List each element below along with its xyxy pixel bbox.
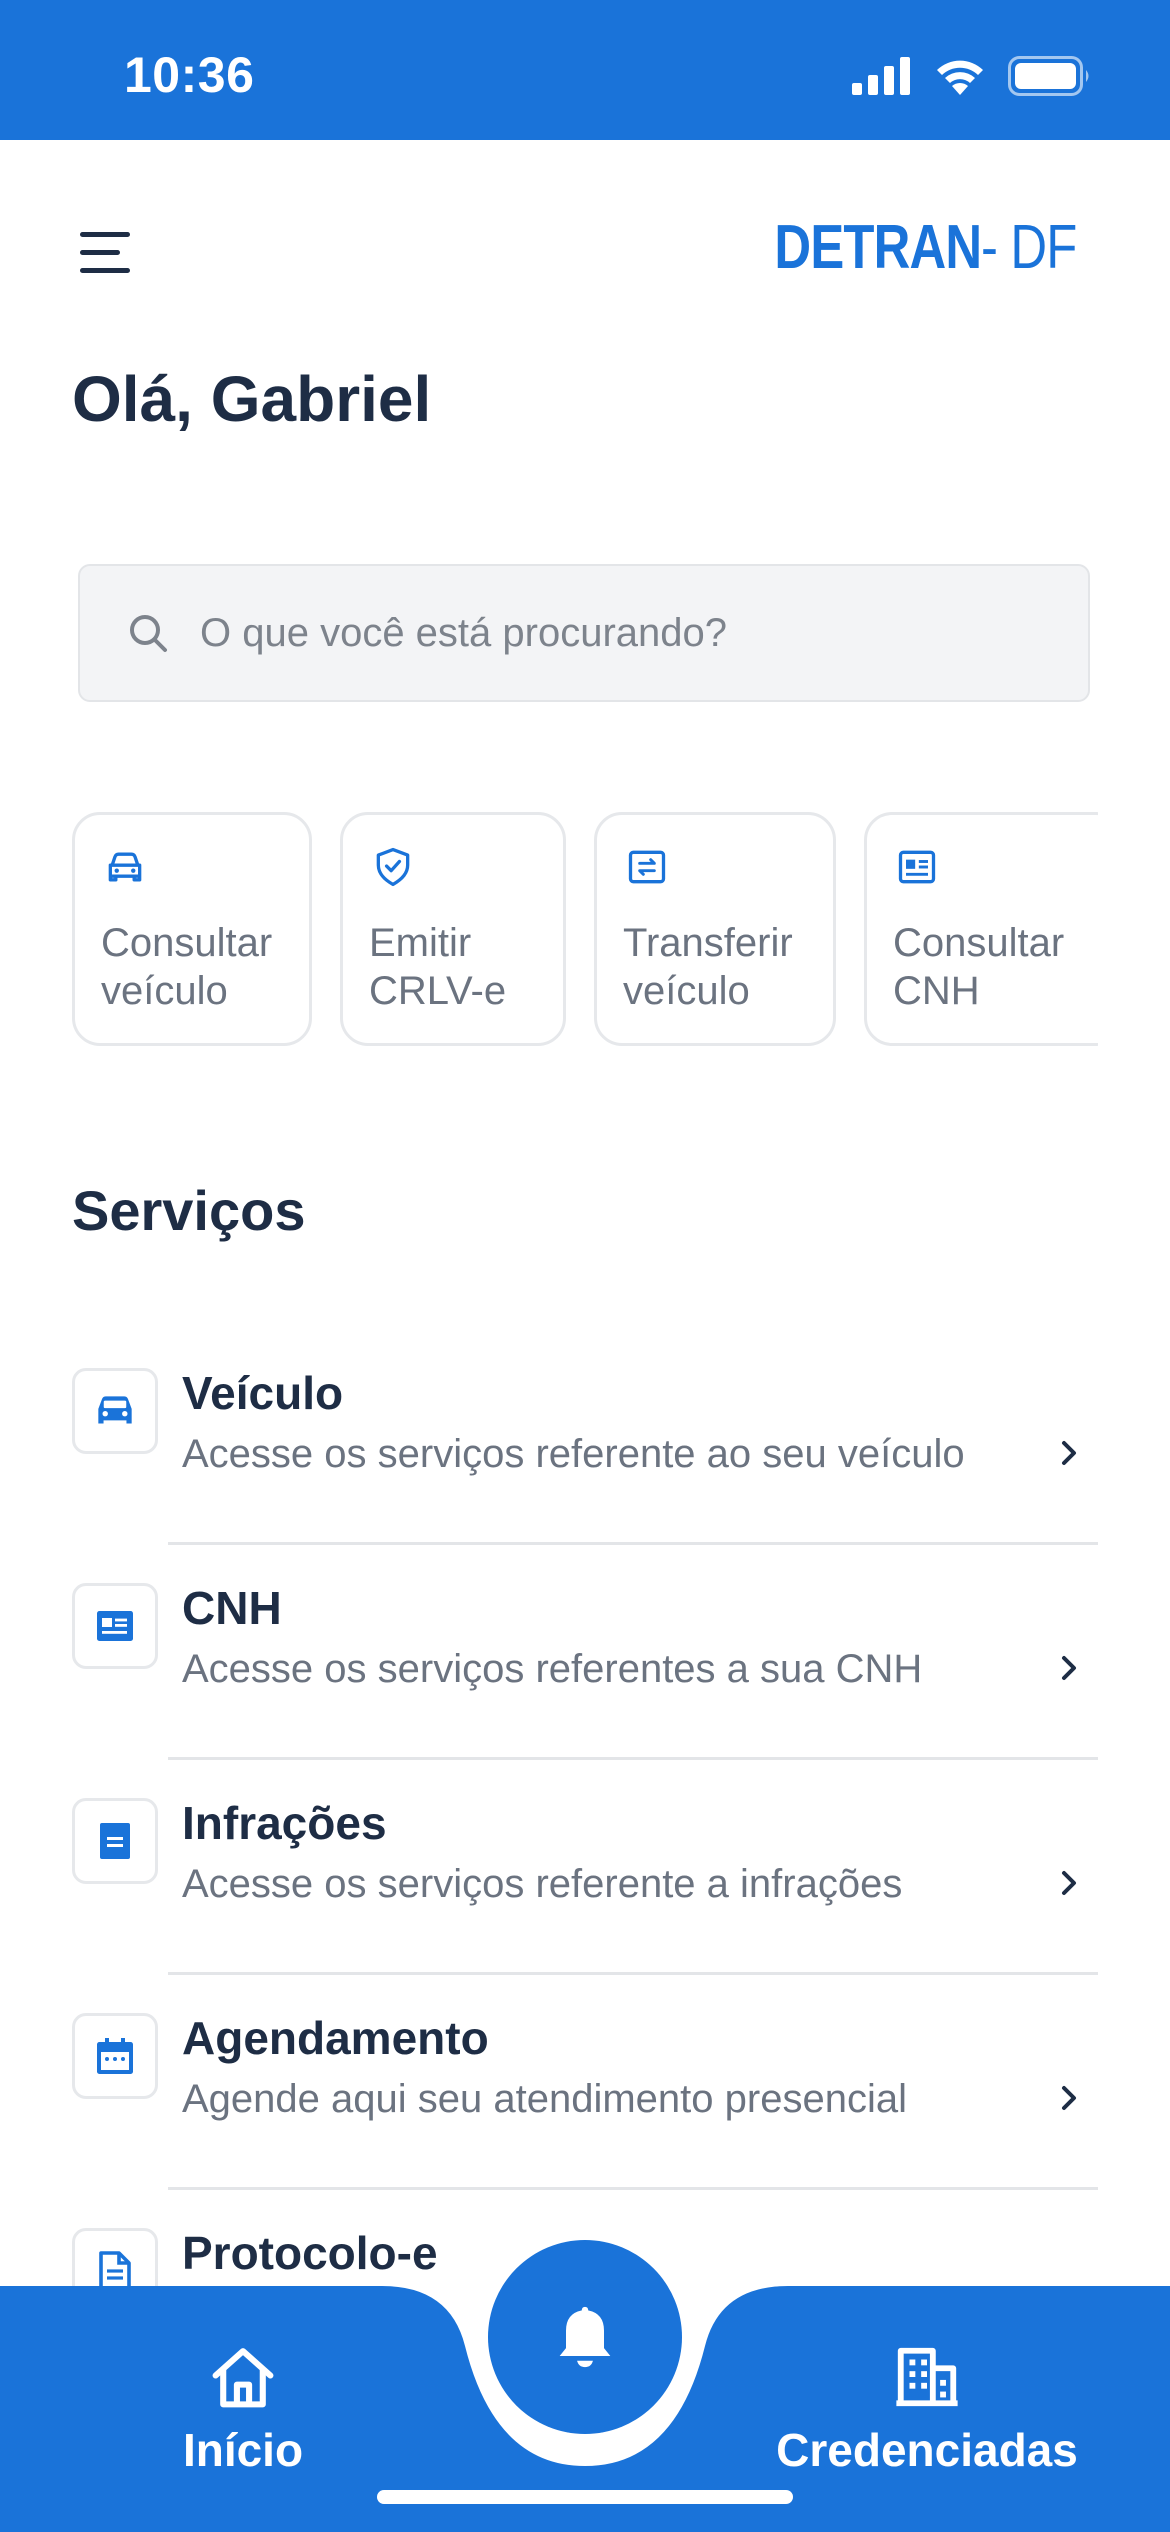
quick-action-emitir-crlv[interactable]: Emitir CRLV-e — [340, 812, 566, 1046]
home-indicator — [377, 2490, 793, 2504]
wifi-icon — [937, 60, 983, 95]
menu-line — [80, 250, 120, 255]
brand-main: DETRAN — [774, 213, 983, 282]
quick-action-label: Emitir CRLV-e — [369, 921, 507, 1013]
search-bar[interactable] — [78, 564, 1090, 702]
menu-line — [80, 268, 130, 273]
service-title: CNH — [182, 1582, 282, 1634]
shield-check-icon — [376, 847, 410, 887]
quick-action-consultar-cnh[interactable]: Consultar CNH — [864, 812, 1098, 1046]
service-icon-box — [72, 1368, 158, 1454]
quick-action-consultar-veiculo[interactable]: Consultar veículo — [72, 812, 312, 1046]
services-title: Serviços — [72, 1179, 306, 1242]
notifications-button[interactable] — [488, 2240, 682, 2434]
document-icon — [100, 1823, 130, 1859]
service-description: Acesse os serviços referente a infrações — [182, 1862, 903, 1906]
home-icon — [212, 2348, 274, 2408]
service-title: Infrações — [182, 1797, 387, 1849]
status-bar: 10:36 — [0, 0, 1170, 140]
divider — [168, 1972, 1098, 1975]
quick-action-label: Consultar CNH — [893, 921, 1065, 1013]
quick-action-transferir-veiculo[interactable]: Transferir veículo — [594, 812, 836, 1046]
divider — [168, 1542, 1098, 1545]
calendar-icon — [97, 2038, 133, 2074]
divider — [168, 1757, 1098, 1760]
nav-credenciadas[interactable]: Credenciadas — [770, 2342, 1084, 2477]
service-item-veiculo[interactable]: Veículo Acesse os serviços referente ao … — [0, 1352, 1170, 1567]
status-time: 10:36 — [124, 47, 255, 103]
brand-logo: DETRAN - DF — [729, 212, 1098, 292]
bell-icon — [559, 2306, 611, 2368]
greeting: Olá, Gabriel — [72, 363, 432, 435]
service-description: Agende aqui seu atendimento presencial — [182, 2077, 907, 2121]
quick-action-label: Transferir veículo — [623, 921, 793, 1013]
service-description: Acesse os serviços referentes a sua CNH — [182, 1647, 923, 1691]
search-input[interactable] — [200, 610, 1020, 656]
id-card-icon — [97, 1611, 133, 1641]
service-title: Agendamento — [182, 2012, 489, 2064]
service-icon-box — [72, 2013, 158, 2099]
service-title: Veículo — [182, 1367, 344, 1419]
building-icon — [896, 2347, 958, 2407]
nav-home[interactable]: Início — [170, 2342, 316, 2477]
menu-button[interactable] — [70, 222, 138, 284]
service-description: Acesse os serviços referente ao seu veíc… — [182, 1432, 965, 1476]
signal-icon — [852, 57, 910, 95]
quick-action-label: Consultar veículo — [101, 921, 273, 1013]
service-item-infracoes[interactable]: Infrações Acesse os serviços referente a… — [0, 1782, 1170, 1997]
car-icon — [108, 852, 142, 882]
service-item-cnh[interactable]: CNH Acesse os serviços referentes a sua … — [0, 1567, 1170, 1782]
service-icon-box — [72, 1583, 158, 1669]
service-title: Protocolo-e — [182, 2227, 438, 2279]
quick-actions: Consultar veículo Emitir CRLV-e Transfer… — [72, 812, 1098, 1048]
search-icon — [130, 615, 167, 652]
transfer-icon — [628, 850, 666, 884]
nav-credenciadas-label: Credenciadas — [776, 2424, 1078, 2476]
chevron-right-icon — [1062, 1441, 1076, 1465]
menu-line — [80, 232, 130, 237]
battery-icon — [1008, 56, 1089, 96]
chevron-right-icon — [1062, 2086, 1076, 2110]
id-card-icon — [898, 850, 936, 884]
divider — [168, 2187, 1098, 2190]
chevron-right-icon — [1062, 1871, 1076, 1895]
brand-suffix: - DF — [981, 213, 1078, 282]
chevron-right-icon — [1062, 1656, 1076, 1680]
service-item-agendamento[interactable]: Agendamento Agende aqui seu atendimento … — [0, 1997, 1170, 2212]
status-icons — [852, 56, 1092, 96]
car-icon — [98, 1396, 132, 1424]
nav-home-label: Início — [182, 2424, 304, 2476]
service-icon-box — [72, 1798, 158, 1884]
